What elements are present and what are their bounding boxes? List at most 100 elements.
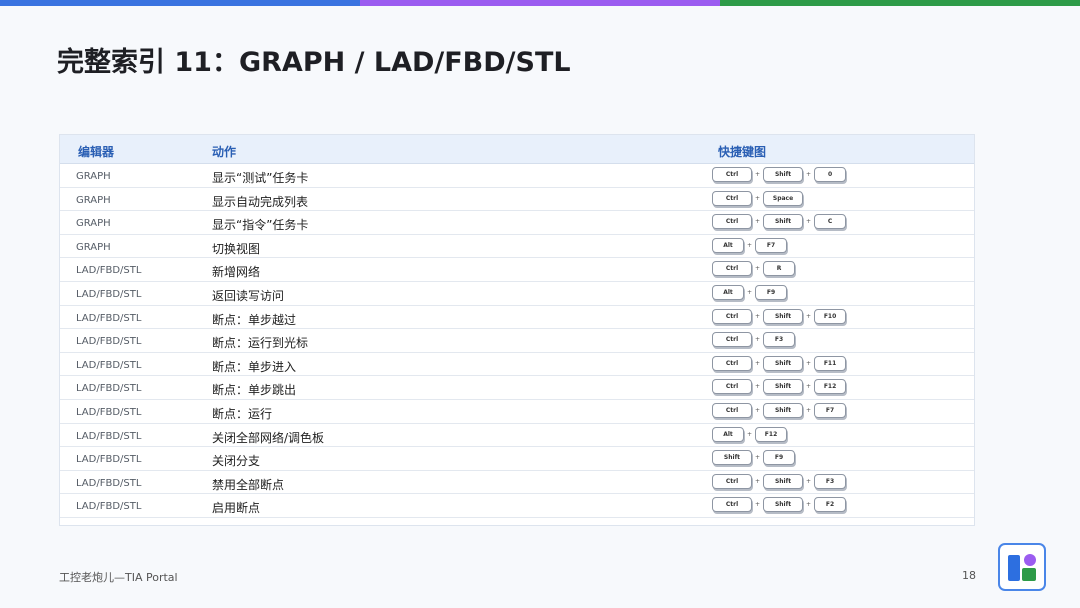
keycap: F3 — [763, 332, 796, 348]
plus-sign: + — [755, 477, 761, 485]
cell-action: 返回读写访问 — [212, 288, 285, 303]
cell-editor: GRAPH — [76, 241, 111, 253]
cell-shortcut: Ctrl + Shift +0 — [712, 167, 847, 182]
cell-action: 显示自动完成列表 — [212, 194, 309, 209]
plus-sign: + — [806, 218, 812, 226]
cell-shortcut: Alt + F7 — [712, 237, 788, 253]
cell-shortcut: Shift + F9 — [712, 450, 796, 466]
cell-editor: GRAPH — [76, 171, 111, 182]
cell-shortcut: Ctrl + Shift + F2 — [712, 497, 847, 513]
cell-editor: LAD/FBD/STL — [76, 265, 142, 277]
plus-sign: + — [755, 359, 761, 367]
cell-shortcut: Ctrl + R — [712, 261, 796, 277]
plus-sign: + — [755, 383, 761, 391]
keycap: F2 — [814, 497, 847, 513]
plus-sign: + — [755, 265, 761, 273]
plus-sign: + — [755, 171, 761, 178]
header-shortcut: 快捷键图 — [718, 145, 767, 159]
cell-editor: LAD/FBD/STL — [76, 336, 142, 348]
cell-editor: LAD/FBD/STL — [76, 454, 142, 466]
table-body: GRAPH 显示“测试”任务卡 Ctrl + Shift +0 GRAPH 显示自动完成列表 C… — [60, 164, 974, 518]
cell-editor: LAD/FBD/STL — [76, 501, 142, 513]
cell-editor: LAD/FBD/STL — [76, 430, 142, 442]
cell-shortcut: Ctrl + Shift + F11 — [712, 355, 847, 371]
table-row: LAD/FBD/STL 断点：运行到光标 Ctrl + F3 — [60, 329, 974, 353]
cell-shortcut: Alt + F9 — [712, 284, 788, 300]
keycap: Ctrl — [712, 497, 752, 513]
header-editor: 编辑器 — [78, 145, 115, 159]
logo-icon — [1008, 554, 1036, 581]
keycap: F9 — [755, 284, 788, 300]
table-row: LAD/FBD/STL 断点：单步越过 Ctrl + Shift + F10 — [60, 306, 974, 330]
table-row: LAD/FBD/STL 断点：单步进入 Ctrl + Shift + F11 — [60, 353, 974, 377]
cell-editor: LAD/FBD/STL — [76, 359, 142, 371]
keycap: Space — [763, 190, 804, 206]
cell-action: 断点：运行 — [212, 406, 273, 421]
keycap: Alt — [712, 237, 744, 253]
cell-editor: LAD/FBD/STL — [76, 477, 142, 489]
table-row: GRAPH 显示“指令”任务卡 Ctrl + Shift + C — [60, 211, 974, 235]
keycap: Ctrl — [712, 355, 752, 371]
cell-editor: LAD/FBD/STL — [76, 288, 142, 300]
keycap: Ctrl — [712, 473, 752, 489]
keycap: C — [814, 214, 847, 230]
plus-sign: + — [755, 312, 761, 320]
keycap: Ctrl — [712, 214, 752, 230]
plus-sign: + — [806, 477, 812, 485]
table-row: LAD/FBD/STL 断点：单步跳出 Ctrl + Shift + F12 — [60, 376, 974, 400]
cell-shortcut: Ctrl + Shift + C — [712, 214, 847, 230]
cell-shortcut: Ctrl + Shift + F10 — [712, 308, 847, 324]
page-number: 18 — [962, 569, 976, 582]
cell-editor: LAD/FBD/STL — [76, 383, 142, 395]
cell-shortcut: Ctrl + F3 — [712, 332, 796, 348]
keycap: Alt — [712, 284, 744, 300]
cell-shortcut: Ctrl + Space — [712, 190, 804, 206]
table-row: LAD/FBD/STL 启用断点 Ctrl + Shift + F2 — [60, 494, 974, 518]
table-row: LAD/FBD/STL 关闭分支 Shift + F9 — [60, 447, 974, 471]
keycap: Alt — [712, 426, 744, 442]
keycap: Shift — [763, 473, 804, 489]
table-row: LAD/FBD/STL 断点：运行 Ctrl + Shift + F7 — [60, 400, 974, 424]
top-bar-blue — [0, 0, 360, 6]
table-header: 编辑器 动作 快捷键图 — [60, 135, 974, 164]
plus-sign: + — [755, 218, 761, 226]
top-bar-purple — [360, 0, 720, 6]
table-row: GRAPH 切换视图 Alt + F7 — [60, 235, 974, 259]
cell-action: 断点：运行到光标 — [212, 336, 309, 351]
keycap: Ctrl — [712, 190, 752, 206]
keycap: Shift — [712, 450, 752, 466]
plus-sign: + — [806, 171, 812, 178]
plus-sign: + — [747, 288, 753, 296]
top-color-bar — [0, 0, 1080, 6]
keycap: F12 — [755, 426, 788, 442]
cell-action: 显示“指令”任务卡 — [212, 218, 309, 233]
keycap: R — [763, 261, 796, 277]
keycap: Shift — [763, 379, 804, 395]
keycap: F7 — [814, 402, 847, 418]
cell-action: 断点：单步进入 — [212, 359, 297, 374]
keycap: Ctrl — [712, 308, 752, 324]
cell-action: 新增网络 — [212, 265, 261, 280]
keycap: F11 — [814, 355, 847, 371]
cell-action: 显示“测试”任务卡 — [212, 171, 309, 185]
top-bar-green — [720, 0, 1080, 6]
footer-caption: 工控老炮儿—TIA Portal — [59, 571, 178, 584]
plus-sign: + — [747, 241, 753, 249]
keycap: Shift — [763, 355, 804, 371]
table-row: LAD/FBD/STL 禁用全部断点 Ctrl + Shift + F3 — [60, 471, 974, 495]
plus-sign: + — [755, 406, 761, 414]
keycap: 0 — [814, 167, 847, 182]
plus-sign: + — [755, 336, 761, 344]
shortcut-table: 编辑器 动作 快捷键图 GRAPH 显示“测试”任务卡 Ctrl + Shift +0 GR… — [59, 134, 975, 526]
keycap: Ctrl — [712, 167, 752, 182]
keycap: F10 — [814, 308, 847, 324]
keycap: Ctrl — [712, 261, 752, 277]
plus-sign: + — [755, 194, 761, 202]
cell-editor: LAD/FBD/STL — [76, 406, 142, 418]
cell-action: 禁用全部断点 — [212, 477, 285, 492]
header-action: 动作 — [212, 145, 237, 159]
keycap: Shift — [763, 402, 804, 418]
table-row: LAD/FBD/STL 新增网络 Ctrl + R — [60, 258, 974, 282]
keycap: F3 — [814, 473, 847, 489]
keycap: Shift — [763, 214, 804, 230]
